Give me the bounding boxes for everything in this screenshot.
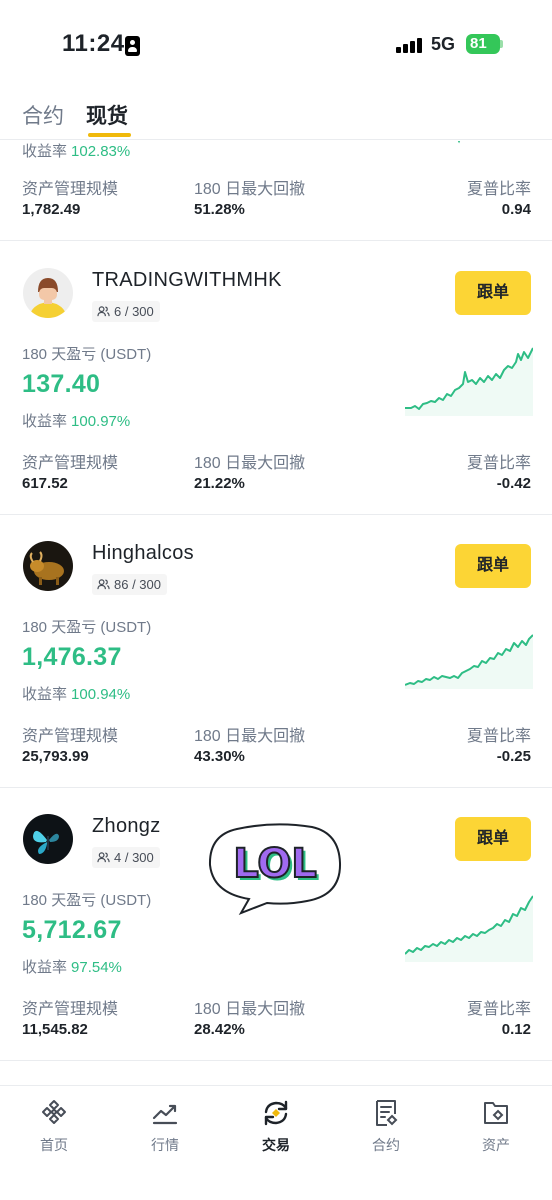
trader-list[interactable]: 收益率 102.83% 资产管理规模 180 日最大回撤 夏普比率 1,782.4… <box>0 141 552 1085</box>
bull-avatar-icon <box>23 541 73 591</box>
mdd-label: 180 日最大回撤 <box>194 1001 306 1018</box>
sharpe-value: 0.12 <box>501 1021 531 1038</box>
copy-trade-button[interactable]: 跟单 <box>455 817 531 861</box>
nav-assets-label: 资产 <box>482 1137 510 1153</box>
follower-count-badge: 4 / 300 <box>92 847 160 868</box>
pnl-value: 137.40 <box>22 370 101 398</box>
active-tab-indicator <box>88 133 131 137</box>
aum-value: 11,545.82 <box>22 1021 88 1038</box>
sharpe-label: 夏普比率 <box>466 728 531 745</box>
lol-speech-bubble-sticker-icon: LOL LOL <box>208 823 342 915</box>
roi-label: 收益率 <box>22 686 68 703</box>
nav-futures-label: 合约 <box>372 1137 400 1153</box>
bottom-navigation: 首页 行情 交易 合约 资产 <box>0 1085 552 1200</box>
pnl-value: 1,476.37 <box>22 643 122 671</box>
aum-value: 617.52 <box>22 475 68 492</box>
trader-name[interactable]: Hinghalcos <box>92 542 194 565</box>
sharpe-value: -0.25 <box>496 748 531 765</box>
nav-assets[interactable]: 资产 <box>451 1098 541 1155</box>
mdd-label: 180 日最大回撤 <box>194 181 306 198</box>
aum-label: 资产管理规模 <box>22 181 119 198</box>
status-bar: 11:24 5G 81 <box>0 0 552 90</box>
nav-market-label: 行情 <box>151 1137 179 1153</box>
pnl-sparkline <box>405 634 533 689</box>
sharpe-label: 夏普比率 <box>466 1001 531 1018</box>
roi-row: 收益率 100.97% <box>22 410 130 431</box>
trader-name[interactable]: TRADINGWITHMHK <box>92 269 282 292</box>
roi-row: 收益率 97.54% <box>22 956 122 977</box>
roi-row: 收益率 100.94% <box>22 683 130 704</box>
battery-indicator: 81 <box>466 34 500 54</box>
market-chart-icon <box>152 1104 178 1125</box>
pnl-sparkline <box>405 895 533 962</box>
mdd-label: 180 日最大回撤 <box>194 728 306 745</box>
trader-card[interactable]: Hinghalcos 86 / 300 跟单 180 天盈亏 (USDT) 1,… <box>0 515 552 788</box>
roi-row: 收益率 102.83% <box>22 141 130 161</box>
market-tabs: 合约 现货 <box>0 90 552 140</box>
trader-card-partial[interactable]: 收益率 102.83% 资产管理规模 180 日最大回撤 夏普比率 1,782.4… <box>0 141 552 241</box>
pnl-value: 5,712.67 <box>22 916 122 944</box>
nav-trade[interactable]: 交易 <box>231 1098 321 1155</box>
pnl-sparkline <box>405 347 533 416</box>
roi-label: 收益率 <box>22 959 68 976</box>
nav-market[interactable]: 行情 <box>120 1098 210 1155</box>
battery-tip-icon <box>500 40 503 48</box>
follower-count: 4 / 300 <box>114 850 154 865</box>
tab-futures[interactable]: 合约 <box>22 100 64 130</box>
aum-label: 资产管理规模 <box>22 728 119 745</box>
network-type: 5G <box>431 34 456 54</box>
sharpe-value: 0.94 <box>501 201 531 218</box>
follower-count-badge: 86 / 300 <box>92 574 167 595</box>
wallet-icon <box>484 1102 508 1124</box>
pnl-label: 180 天盈亏 (USDT) <box>22 892 152 909</box>
nav-trade-label: 交易 <box>262 1137 290 1153</box>
pnl-label: 180 天盈亏 (USDT) <box>22 346 152 363</box>
people-icon <box>97 306 110 317</box>
copy-trade-button[interactable]: 跟单 <box>455 544 531 588</box>
follower-count: 86 / 300 <box>114 577 161 592</box>
aum-value: 1,782.49 <box>22 201 81 218</box>
contact-card-icon <box>125 36 140 56</box>
pnl-label: 180 天盈亏 (USDT) <box>22 619 152 636</box>
copy-trade-button[interactable]: 跟单 <box>455 271 531 315</box>
mdd-label: 180 日最大回撤 <box>194 455 306 472</box>
roi-value: 97.54% <box>71 959 122 976</box>
sharpe-value: -0.42 <box>496 475 531 492</box>
futures-document-icon <box>376 1100 398 1126</box>
home-diamond-icon <box>42 1100 66 1124</box>
roi-value: 100.94% <box>71 686 131 703</box>
roi-label: 收益率 <box>22 413 68 430</box>
sharpe-label: 夏普比率 <box>466 181 531 198</box>
pnl-sparkline-fragment <box>457 141 461 144</box>
status-time: 11:24 <box>62 30 125 57</box>
roi-value: 102.83% <box>71 143 131 160</box>
aum-label: 资产管理规模 <box>22 455 119 472</box>
nav-home[interactable]: 首页 <box>9 1098 99 1155</box>
roi-value: 100.97% <box>71 413 131 430</box>
mdd-value: 43.30% <box>194 748 245 765</box>
tab-spot[interactable]: 现货 <box>86 100 128 130</box>
trader-card[interactable]: TRADINGWITHMHK 6 / 300 跟单 180 天盈亏 (USDT)… <box>0 242 552 515</box>
sticker-text: LOL <box>233 841 317 887</box>
people-icon <box>97 579 110 590</box>
nav-futures[interactable]: 合约 <box>341 1098 431 1155</box>
sharpe-label: 夏普比率 <box>466 455 531 472</box>
signal-strength-icon <box>396 37 424 53</box>
trade-swap-icon <box>264 1100 288 1126</box>
roi-label: 收益率 <box>22 143 68 160</box>
cartoon-person-avatar-icon <box>23 268 73 318</box>
follower-count: 6 / 300 <box>114 304 154 319</box>
mdd-value: 21.22% <box>194 475 245 492</box>
mdd-value: 51.28% <box>194 201 245 218</box>
aum-value: 25,793.99 <box>22 748 89 765</box>
follower-count-badge: 6 / 300 <box>92 301 160 322</box>
aum-label: 资产管理规模 <box>22 1001 119 1018</box>
nav-home-label: 首页 <box>40 1137 68 1153</box>
butterfly-avatar-icon <box>23 814 73 864</box>
trader-name[interactable]: Zhongz <box>92 815 161 838</box>
people-icon <box>97 852 110 863</box>
mdd-value: 28.42% <box>194 1021 245 1038</box>
